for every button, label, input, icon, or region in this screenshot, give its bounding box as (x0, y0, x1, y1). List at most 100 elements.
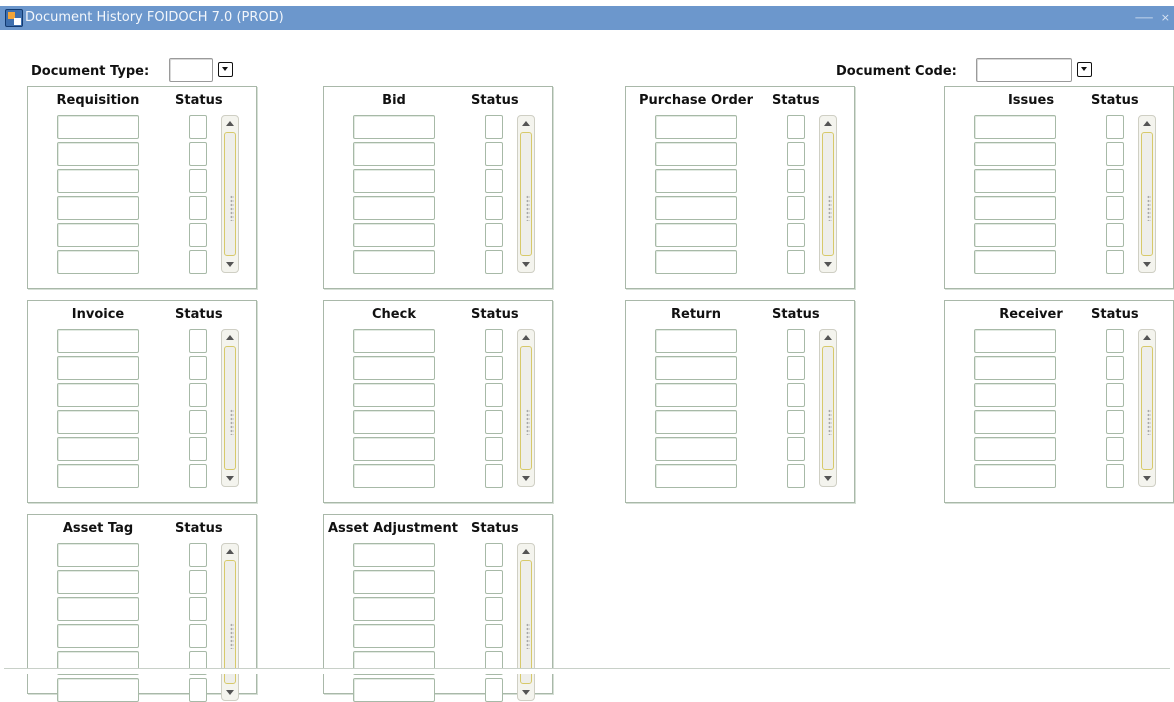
receiver-status-field[interactable] (1106, 383, 1124, 407)
bid-status-field[interactable] (485, 142, 503, 166)
scroll-track[interactable] (1141, 132, 1153, 256)
scroll-down-icon[interactable] (522, 262, 530, 267)
scroll-up-icon[interactable] (522, 549, 530, 554)
scroll-down-icon[interactable] (226, 262, 234, 267)
requisition-status-field[interactable] (189, 115, 207, 139)
scroll-track[interactable] (520, 346, 532, 470)
bid-status-field[interactable] (485, 250, 503, 274)
receiver-number-field[interactable] (974, 383, 1056, 407)
purchase-order-number-field[interactable] (655, 250, 737, 274)
scroll-down-icon[interactable] (824, 476, 832, 481)
purchase-order-number-field[interactable] (655, 169, 737, 193)
scroll-up-icon[interactable] (226, 335, 234, 340)
bid-number-field[interactable] (353, 142, 435, 166)
window-controls-icon[interactable]: ⸺ × (1135, 6, 1172, 30)
invoice-number-field[interactable] (57, 383, 139, 407)
scroll-up-icon[interactable] (226, 121, 234, 126)
asset-tag-status-field[interactable] (189, 543, 207, 567)
issues-status-field[interactable] (1106, 223, 1124, 247)
issues-number-field[interactable] (974, 250, 1056, 274)
issues-number-field[interactable] (974, 142, 1056, 166)
asset-tag-number-field[interactable] (57, 543, 139, 567)
invoice-number-field[interactable] (57, 410, 139, 434)
return-number-field[interactable] (655, 410, 737, 434)
scroll-down-icon[interactable] (522, 690, 530, 695)
invoice-status-field[interactable] (189, 329, 207, 353)
scroll-up-icon[interactable] (1143, 121, 1151, 126)
scroll-grip-icon[interactable] (828, 409, 832, 435)
purchase-order-scrollbar[interactable] (819, 115, 837, 273)
asset-adjustment-status-field[interactable] (485, 678, 503, 702)
issues-status-field[interactable] (1106, 115, 1124, 139)
scroll-track[interactable] (520, 560, 532, 684)
scroll-up-icon[interactable] (824, 335, 832, 340)
requisition-status-field[interactable] (189, 223, 207, 247)
asset-tag-number-field[interactable] (57, 570, 139, 594)
scroll-down-icon[interactable] (1143, 262, 1151, 267)
return-number-field[interactable] (655, 464, 737, 488)
bid-number-field[interactable] (353, 196, 435, 220)
return-status-field[interactable] (787, 383, 805, 407)
invoice-scrollbar[interactable] (221, 329, 239, 487)
invoice-status-field[interactable] (189, 383, 207, 407)
purchase-order-status-field[interactable] (787, 115, 805, 139)
requisition-scrollbar[interactable] (221, 115, 239, 273)
asset-tag-number-field[interactable] (57, 678, 139, 702)
return-scrollbar[interactable] (819, 329, 837, 487)
receiver-number-field[interactable] (974, 356, 1056, 380)
bid-number-field[interactable] (353, 169, 435, 193)
receiver-status-field[interactable] (1106, 329, 1124, 353)
receiver-status-field[interactable] (1106, 410, 1124, 434)
scroll-grip-icon[interactable] (1147, 409, 1151, 435)
check-status-field[interactable] (485, 356, 503, 380)
receiver-status-field[interactable] (1106, 437, 1124, 461)
scroll-grip-icon[interactable] (230, 195, 234, 221)
scroll-track[interactable] (224, 560, 236, 684)
issues-number-field[interactable] (974, 115, 1056, 139)
return-number-field[interactable] (655, 437, 737, 461)
purchase-order-status-field[interactable] (787, 250, 805, 274)
invoice-number-field[interactable] (57, 437, 139, 461)
check-status-field[interactable] (485, 464, 503, 488)
document-code-field[interactable] (976, 58, 1072, 82)
asset-tag-status-field[interactable] (189, 570, 207, 594)
invoice-status-field[interactable] (189, 410, 207, 434)
scroll-grip-icon[interactable] (230, 623, 234, 649)
invoice-status-field[interactable] (189, 464, 207, 488)
asset-tag-status-field[interactable] (189, 597, 207, 621)
asset-adjustment-number-field[interactable] (353, 570, 435, 594)
check-number-field[interactable] (353, 356, 435, 380)
purchase-order-number-field[interactable] (655, 196, 737, 220)
scroll-down-icon[interactable] (226, 476, 234, 481)
scroll-track[interactable] (822, 132, 834, 256)
purchase-order-status-field[interactable] (787, 223, 805, 247)
check-number-field[interactable] (353, 383, 435, 407)
asset-tag-status-field[interactable] (189, 624, 207, 648)
requisition-number-field[interactable] (57, 250, 139, 274)
requisition-status-field[interactable] (189, 250, 207, 274)
purchase-order-status-field[interactable] (787, 169, 805, 193)
scroll-down-icon[interactable] (824, 262, 832, 267)
check-number-field[interactable] (353, 437, 435, 461)
requisition-status-field[interactable] (189, 169, 207, 193)
bid-status-field[interactable] (485, 115, 503, 139)
receiver-status-field[interactable] (1106, 464, 1124, 488)
issues-number-field[interactable] (974, 223, 1056, 247)
issues-status-field[interactable] (1106, 250, 1124, 274)
receiver-number-field[interactable] (974, 464, 1056, 488)
scroll-grip-icon[interactable] (230, 409, 234, 435)
requisition-number-field[interactable] (57, 169, 139, 193)
bid-number-field[interactable] (353, 115, 435, 139)
document-type-dropdown-icon[interactable] (218, 62, 233, 77)
purchase-order-status-field[interactable] (787, 196, 805, 220)
check-number-field[interactable] (353, 464, 435, 488)
return-number-field[interactable] (655, 383, 737, 407)
asset-adjustment-status-field[interactable] (485, 624, 503, 648)
asset-adjustment-number-field[interactable] (353, 543, 435, 567)
invoice-number-field[interactable] (57, 464, 139, 488)
scroll-grip-icon[interactable] (828, 195, 832, 221)
receiver-number-field[interactable] (974, 410, 1056, 434)
bid-number-field[interactable] (353, 250, 435, 274)
return-number-field[interactable] (655, 356, 737, 380)
scroll-up-icon[interactable] (522, 121, 530, 126)
